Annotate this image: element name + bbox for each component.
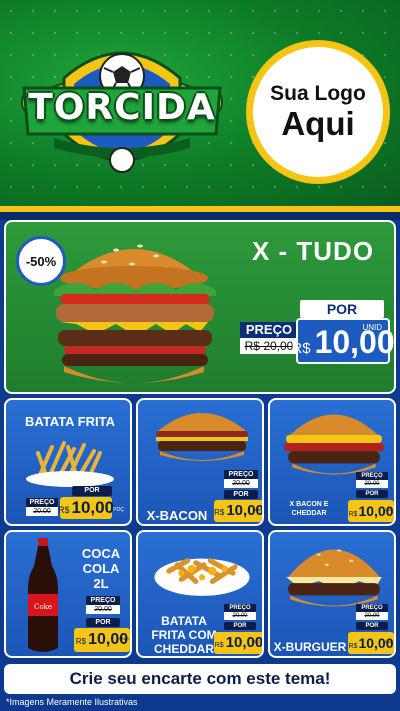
x-bacon-burger-image — [156, 413, 248, 461]
fries-cheddar-image — [154, 558, 250, 596]
price-box: R$ 10,00 POÇ — [214, 632, 263, 654]
price-tag: PREÇO 20,00 POR R$ 10,00 UNID — [348, 472, 394, 524]
coca-cola-bottle-image: Coke — [28, 538, 58, 652]
product-name: X BACON E CHEDDAR — [274, 500, 344, 518]
unit-label: UNID — [362, 323, 382, 332]
old-price: 20,00 — [26, 507, 58, 516]
featured-product-card[interactable]: -50% X - TUDO POR PREÇO R$ 20,00 R$ 10,0… — [4, 220, 396, 394]
product-name: COCA COLA 2L — [72, 546, 130, 591]
featured-price-tag: POR PREÇO R$ 20,00 R$ 10,00 UNID — [238, 300, 394, 390]
currency-symbol: R$ — [214, 508, 225, 517]
product-name: X-BURGUER — [273, 640, 347, 654]
product-name-line2: COLA — [82, 561, 120, 576]
price-tag: PREÇO 20,00 POR R$ 10,00 UNID — [72, 596, 130, 656]
currency-symbol: R$ — [214, 642, 224, 649]
brand-title: TORCIDA — [28, 87, 216, 128]
price-box: R$ 10,00 UNID — [348, 632, 394, 654]
por-label: POR — [356, 622, 388, 630]
header-banner: TORCIDA Sua Logo Aqui — [0, 0, 400, 206]
old-price: 20,00 — [356, 612, 388, 620]
product-card-x-burguer[interactable]: X-BURGUER PREÇO 20,00 POR R$ 10,00 UNID — [268, 530, 396, 658]
preco-label: PREÇO — [356, 604, 388, 612]
old-price: R$ 20,00 — [240, 338, 298, 354]
old-price: 20,00 — [224, 479, 258, 488]
cta-banner[interactable]: Crie seu encarte com este tema! — [4, 664, 396, 694]
unit-label: UNID — [383, 639, 393, 644]
x-bacon-cheddar-burger-image — [284, 414, 384, 475]
preco-label: PREÇO — [240, 322, 298, 338]
featured-product-title: X - TUDO — [251, 236, 375, 266]
price-box: R$ 10,00 UNID — [348, 500, 394, 522]
product-name-line3: 2L — [93, 576, 109, 591]
price-box: R$ 10,00 UNID — [291, 318, 394, 364]
unit-label: UNID — [383, 507, 393, 512]
preco-label: PREÇO — [356, 472, 388, 480]
unit-label: POÇ — [254, 639, 263, 644]
price-tag: POR PREÇO 20,00 R$ 10,00 POÇ — [26, 486, 130, 524]
preco-label: PREÇO — [224, 470, 258, 479]
price-box: R$ 10,00 POÇ — [57, 497, 124, 519]
old-price: 20,00 — [356, 480, 388, 488]
currency-symbol: R$ — [348, 511, 358, 518]
preco-label: PREÇO — [26, 498, 58, 507]
price-tag: PREÇO 20,00 POR R$ 10,00 UNID — [348, 604, 394, 656]
svg-text:Coke: Coke — [34, 603, 52, 611]
por-label: POR — [86, 618, 120, 627]
discount-badge: -50% — [16, 236, 66, 286]
product-name-line1: X BACON E — [289, 501, 329, 508]
product-name-line2: CHEDDAR — [291, 510, 327, 517]
x-tudo-burger-image — [54, 244, 216, 383]
old-price: 20,00 — [224, 612, 256, 620]
price-value: 10,00 — [71, 498, 115, 517]
logo-line-2: Aqui — [281, 105, 355, 142]
product-card-x-bacon-cheddar[interactable]: X BACON E CHEDDAR PREÇO 20,00 POR R$ 10,… — [268, 398, 396, 526]
por-label: POR — [356, 490, 388, 498]
currency-symbol: R$ — [75, 637, 87, 646]
product-card-x-bacon[interactable]: X-BACON PREÇO 20,00 POR R$ 10,00 UNID — [136, 398, 264, 526]
product-name-line1: COCA — [81, 546, 121, 561]
price-box: R$ 10,00 UNID — [74, 628, 130, 652]
price-value: 10,00 — [314, 324, 395, 360]
product-card-coca-cola[interactable]: Coke COCA COLA 2L PREÇO 20,00 POR R$ 10,… — [4, 530, 132, 658]
price-tag: PREÇO 20,00 POR R$ 10,00 POÇ — [214, 604, 263, 656]
por-label: POR — [72, 486, 112, 496]
product-card-batata-cheddar[interactable]: BATATA FRITA COM CHEDDAR PREÇO 20,00 POR… — [136, 530, 264, 658]
currency-symbol: R$ — [57, 505, 70, 515]
price-tag: PREÇO 20,00 POR R$ 10,00 UNID — [214, 470, 263, 524]
unit-label: UNID — [253, 507, 263, 512]
preco-label: PREÇO — [86, 596, 120, 605]
unit-label: POÇ — [113, 507, 124, 513]
logo-line-1: Sua Logo — [270, 82, 366, 105]
price-box: R$ 10,00 UNID — [214, 500, 263, 522]
product-card-batata-frita[interactable]: BATATA FRITA POR PREÇO 20,00 R$ 10,00 PO… — [4, 398, 132, 526]
por-label: POR — [224, 622, 256, 630]
product-name: X-BACON — [146, 508, 208, 523]
currency-symbol: R$ — [291, 340, 311, 357]
por-label: POR — [224, 490, 258, 499]
unit-label: UNID — [119, 636, 129, 641]
currency-symbol: R$ — [348, 643, 358, 650]
disclaimer-text: *Imagens Meramente Ilustrativas — [6, 697, 138, 707]
logo-placeholder: Sua Logo Aqui — [246, 40, 390, 184]
product-name: BATATA FRITA — [24, 414, 115, 429]
old-price: 20,00 — [86, 605, 120, 614]
preco-label: PREÇO — [224, 604, 256, 612]
divider-stripe-navy — [0, 212, 400, 220]
fries-image — [26, 441, 114, 487]
